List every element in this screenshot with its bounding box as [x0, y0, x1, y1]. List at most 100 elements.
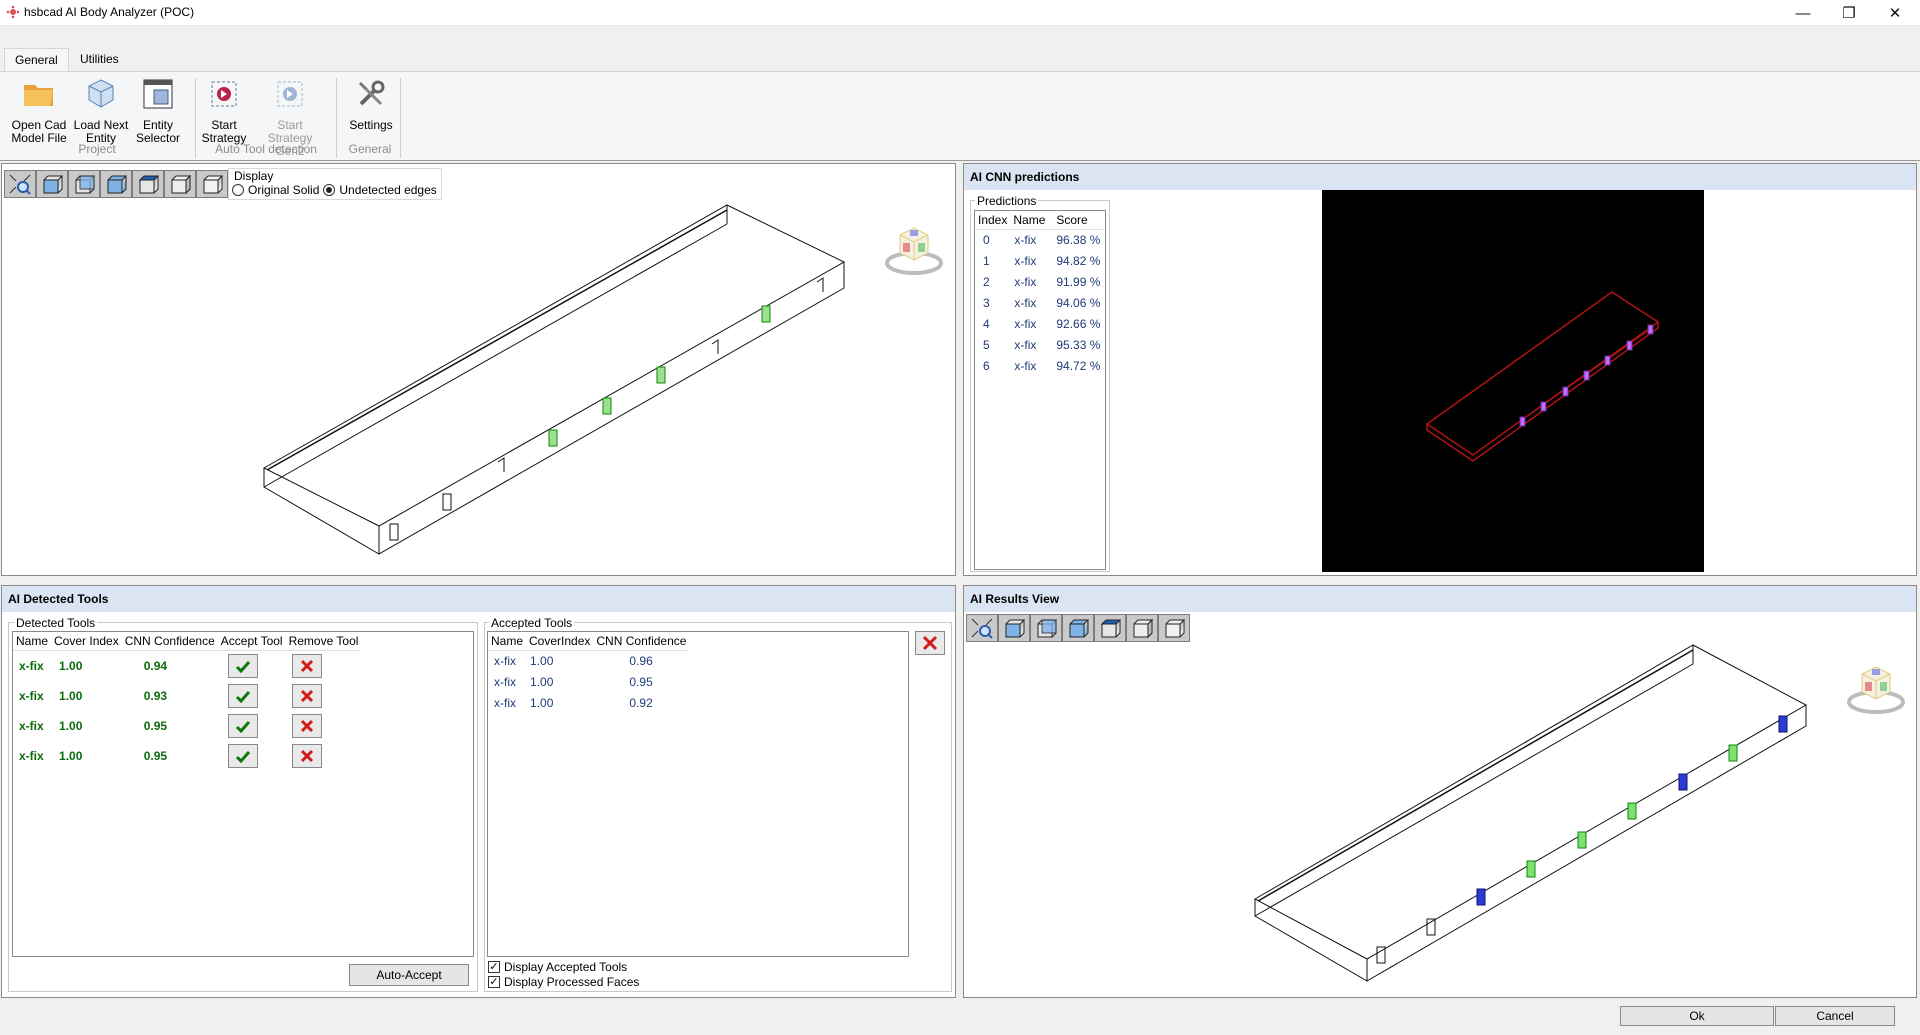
check-icon [235, 751, 250, 763]
auto-accept-button[interactable]: Auto-Accept [349, 964, 469, 986]
results-3d-view[interactable] [964, 586, 1918, 999]
cell-coverindex: 1.00 [530, 654, 554, 669]
cell-name: x-fix [1014, 359, 1037, 373]
cnn-input-image [1322, 190, 1704, 572]
wrench-screwdriver-icon [359, 80, 385, 106]
table-row[interactable]: 5 x-fix 95.33 % [975, 335, 1104, 356]
cell-name: x-fix [1014, 338, 1037, 352]
accept-tool-button[interactable] [227, 684, 258, 708]
table-row[interactable]: x-fix 1.00 0.96 [488, 651, 689, 672]
group-label-auto-tool-detection: Auto Tool detection [215, 142, 317, 156]
accept-tool-button[interactable] [227, 654, 258, 678]
cnn-panel-title: AI CNN predictions [964, 164, 1916, 190]
detected-tools-panel: AI Detected Tools Detected Tools Name Co… [1, 585, 956, 998]
close-icon: ✕ [1888, 5, 1902, 22]
nav-cube-icon[interactable] [1846, 658, 1906, 718]
table-row[interactable]: 2 x-fix 91.99 % [975, 272, 1104, 293]
accept-tool-button[interactable] [227, 744, 258, 768]
tool-marker-green [602, 397, 612, 415]
cell-cnn-confidence: 0.95 [143, 749, 168, 763]
settings-button[interactable]: Settings [345, 76, 397, 132]
table-row[interactable]: x-fix 1.00 0.95 [13, 741, 361, 771]
group-label-project: Project [78, 142, 116, 156]
remove-accepted-button[interactable] [915, 631, 945, 655]
red-x-icon [300, 659, 313, 673]
col-cnn-confidence: CNN Confidence [121, 632, 218, 651]
remove-cell [286, 741, 362, 771]
remove-cell [286, 651, 362, 682]
cell-index: 2 [983, 275, 990, 289]
cell-cnn-confidence: 0.96 [629, 654, 653, 669]
tab-utilities[interactable]: Utilities [70, 48, 129, 71]
check-icon [235, 661, 250, 673]
col-name: Name [488, 632, 527, 651]
group-label-general: General [348, 142, 392, 156]
nav-cube-icon[interactable] [884, 219, 944, 279]
col-name: Name [1010, 211, 1049, 230]
table-row[interactable]: 1 x-fix 94.82 % [975, 251, 1104, 272]
table-row[interactable]: x-fix 1.00 0.92 [488, 693, 689, 714]
cell-score: 92.66 % [1056, 317, 1101, 331]
tool-marker [497, 457, 505, 472]
load-next-entity-button[interactable]: Load Next Entity [72, 76, 130, 145]
accept-tool-button[interactable] [227, 714, 258, 738]
open-cad-button[interactable]: Open Cad Model File [8, 76, 70, 145]
cell-cover-index: 1.00 [59, 719, 83, 733]
app-icon [6, 5, 20, 19]
table-row[interactable]: x-fix 1.00 0.95 [488, 672, 689, 693]
settings-label: Settings [349, 118, 393, 132]
tool-marker [816, 277, 824, 292]
tool-marker-green [1728, 744, 1738, 762]
table-row[interactable]: x-fix 1.00 0.95 [13, 711, 361, 741]
remove-tool-button[interactable] [291, 684, 322, 708]
tab-general[interactable]: General [4, 48, 69, 71]
col-cover-index: Cover Index [51, 632, 122, 651]
col-name: Name [13, 632, 52, 651]
ribbon: Open Cad Model File Load Next Entity Ent… [0, 71, 1920, 161]
remove-tool-button[interactable] [291, 744, 322, 768]
table-row[interactable]: 6 x-fix 94.72 % [975, 356, 1104, 377]
restore-icon: ❐ [1842, 5, 1856, 22]
cell-name: x-fix [494, 654, 516, 669]
cell-cnn-confidence: 0.94 [143, 659, 168, 673]
display-accepted-checkbox[interactable]: ✓ Display Accepted Tools [488, 960, 627, 974]
table-row[interactable]: 3 x-fix 94.06 % [975, 293, 1104, 314]
start-strategy-button[interactable]: Start Strategy [196, 76, 252, 145]
cell-name: x-fix [19, 659, 44, 673]
cell-name: x-fix [1014, 317, 1037, 331]
cell-score: 96.38 % [1056, 233, 1101, 248]
tool-marker-blue [1476, 888, 1486, 906]
table-row[interactable]: x-fix 1.00 0.94 [13, 651, 361, 682]
cell-index: 6 [983, 359, 990, 373]
checkbox-checked-icon: ✓ [488, 976, 500, 988]
folder-icon [24, 85, 53, 106]
ribbon-tabs: General Utilities [0, 46, 1920, 71]
cell-cnn-confidence: 0.92 [629, 696, 653, 710]
remove-cell [286, 711, 362, 741]
tool-marker-green [548, 429, 558, 447]
table-row[interactable]: 0 x-fix 96.38 % [975, 230, 1104, 251]
remove-tool-button[interactable] [291, 654, 322, 678]
minimize-button[interactable]: — [1780, 0, 1826, 26]
table-row[interactable]: 4 x-fix 92.66 % [975, 314, 1104, 335]
close-button[interactable]: ✕ [1872, 0, 1918, 26]
table-row[interactable]: x-fix 1.00 0.93 [13, 681, 361, 711]
display-processed-checkbox[interactable]: ✓ Display Processed Faces [488, 975, 639, 989]
cancel-button[interactable]: Cancel [1775, 1006, 1895, 1026]
entity-selector-button[interactable]: Entity Selector [132, 76, 184, 145]
accepted-tools-label: Accepted Tools [489, 616, 575, 630]
display-accepted-label: Display Accepted Tools [504, 960, 628, 974]
tool-marker-green [1627, 802, 1637, 820]
start-strategy-icon [211, 81, 237, 107]
start-strategy-gen2-icon [277, 81, 303, 107]
accept-cell [218, 741, 286, 771]
model-3d-view[interactable] [2, 164, 957, 577]
remove-tool-button[interactable] [291, 714, 322, 738]
minimize-icon: — [1795, 4, 1811, 22]
tool-markers [389, 277, 824, 541]
restore-button[interactable]: ❐ [1826, 0, 1872, 26]
ok-button[interactable]: Ok [1620, 1006, 1774, 1026]
red-x-icon [300, 719, 313, 733]
tool-marker [389, 523, 399, 541]
cell-cover-index: 1.00 [59, 749, 83, 763]
